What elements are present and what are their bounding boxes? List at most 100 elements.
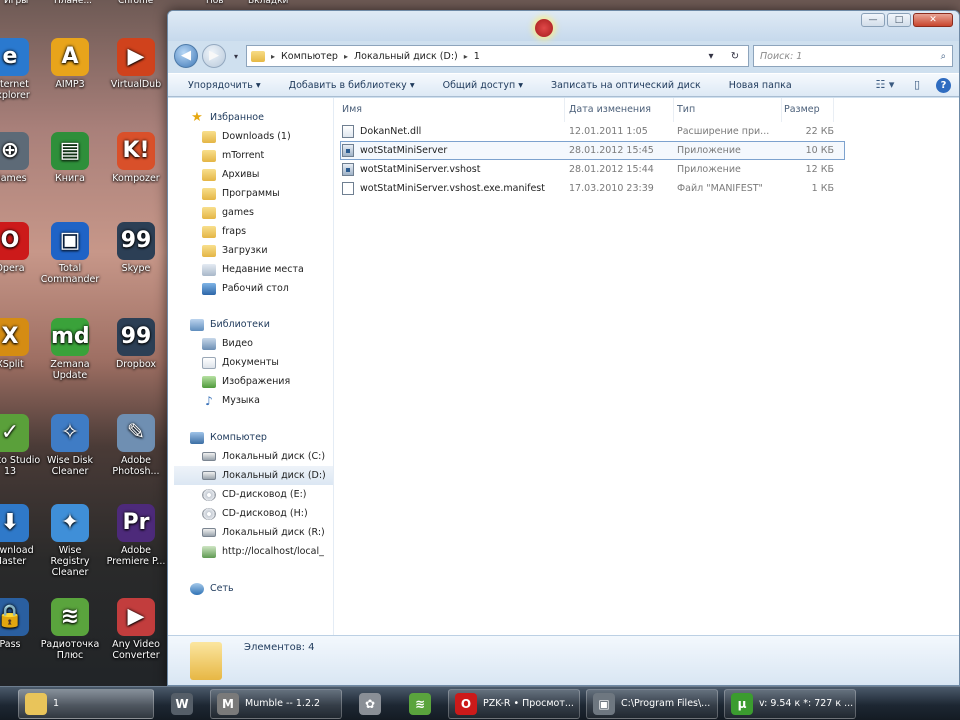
recent-pages-dropdown[interactable]: ▾ <box>230 52 242 61</box>
nav-item[interactable]: http://localhost/local_ <box>174 542 333 561</box>
taskbar-button[interactable]: ≋ <box>398 689 442 719</box>
close-button[interactable]: ✕ <box>913 13 953 27</box>
file-row[interactable]: wotStatMiniServer 28.01.2012 15:45 Приложе… <box>340 141 845 160</box>
breadcrumb-folder-1[interactable]: 1 <box>474 51 480 62</box>
column-header-name[interactable]: Имя <box>340 98 565 122</box>
desktop-icon[interactable]: ▶ VirtualDub <box>104 38 168 90</box>
taskbar-button[interactable]: µ v: 9.54 к *: 727 к ... <box>724 688 856 719</box>
file-size: 22 КБ <box>805 126 834 137</box>
file-row[interactable]: DokanNet.dll 12.01.2011 1:05 Расширение пр… <box>340 122 959 141</box>
breadcrumb-drive-d[interactable]: Локальный диск (D:) <box>354 51 458 62</box>
column-header-type[interactable]: Тип <box>677 98 782 122</box>
taskbar-button[interactable]: M Mumble -- 1.2.2 <box>210 688 342 719</box>
nav-item[interactable]: fraps <box>174 222 333 241</box>
nav-item[interactable]: games <box>174 203 333 222</box>
desktop-icon[interactable]: ✎ Adobe Photosh... <box>104 414 168 477</box>
nav-item[interactable]: Локальный диск (C:) <box>174 447 333 466</box>
nav-item[interactable]: CD-дисковод (H:) <box>174 504 333 523</box>
desktop-top-label[interactable]: Вкладки <box>248 0 288 6</box>
column-header-size[interactable]: Размер <box>782 98 834 122</box>
nav-item[interactable]: Downloads (1) <box>174 127 333 146</box>
desktop-icon[interactable]: O Opera <box>0 222 42 274</box>
nav-item[interactable]: Архивы <box>174 165 333 184</box>
maximize-button[interactable]: □ <box>887 13 911 27</box>
taskbar-button[interactable]: ✿ <box>348 689 392 719</box>
address-dropdown-icon[interactable]: ▾ <box>702 51 720 62</box>
change-view-icon[interactable]: ☷ ▾ <box>872 77 898 93</box>
taskbar-button[interactable]: O PZK-R • Просмот... <box>448 688 580 719</box>
file-name-cell[interactable]: wotStatMiniServer.vshost <box>340 160 565 179</box>
organize-button[interactable]: Упорядочить ▾ <box>188 80 261 91</box>
back-button[interactable]: ◀ <box>174 44 198 68</box>
nav-item[interactable]: Недавние места <box>174 260 333 279</box>
desktop-icon[interactable]: ✓ Photo Studio 13 <box>0 414 42 477</box>
preview-pane-icon[interactable]: ▯ <box>908 77 926 93</box>
nav-item[interactable]: Программы <box>174 184 333 203</box>
nav-item[interactable]: Документы <box>174 353 333 372</box>
nav-favorites[interactable]: ★ Избранное <box>174 108 333 127</box>
file-date: 12.01.2011 1:05 <box>569 126 648 137</box>
file-name-cell[interactable]: wotStatMiniServer.vshost.exe.manifest <box>340 179 565 198</box>
desktop-icon[interactable]: 🔒 Pass <box>0 598 42 650</box>
address-bar[interactable]: ▸ Компьютер ▸ Локальный диск (D:) ▸ 1 ▾ … <box>246 45 749 67</box>
nav-libraries[interactable]: Библиотеки <box>174 315 333 334</box>
desktop-icon[interactable]: ⊕ Games <box>0 132 42 184</box>
desktop-icon[interactable]: ⬇ Download Master <box>0 504 42 567</box>
taskbar-button[interactable]: W <box>160 689 204 719</box>
chevron-right-icon[interactable]: ▸ <box>464 52 468 61</box>
chevron-right-icon[interactable]: ▸ <box>271 52 275 61</box>
nav-item[interactable]: mTorrent <box>174 146 333 165</box>
desktop-icon[interactable]: ▶ Any Video Converter <box>104 598 168 661</box>
desktop-top-label[interactable]: Нов <box>206 0 224 6</box>
desktop-icon[interactable]: K! Kompozer <box>104 132 168 184</box>
desktop-top-label[interactable]: Игры <box>4 0 28 6</box>
nav-computer-label: Компьютер <box>210 432 267 443</box>
forward-button[interactable]: ▶ <box>202 44 226 68</box>
desktop-icon[interactable]: A AIMP3 <box>38 38 102 90</box>
search-input[interactable]: Поиск: 1 ⌕ <box>753 45 953 67</box>
desktop-icon[interactable]: ✧ Wise Disk Cleaner <box>38 414 102 477</box>
taskbar-button[interactable]: 1 <box>18 688 154 719</box>
folder-icon <box>202 206 216 219</box>
chevron-right-icon[interactable]: ▸ <box>344 52 348 61</box>
column-header-date[interactable]: Дата изменения <box>569 98 674 122</box>
desktop-icon[interactable]: 99 Dropbox <box>104 318 168 370</box>
nav-item[interactable]: Видео <box>174 334 333 353</box>
file-name-cell[interactable]: DokanNet.dll <box>340 122 565 141</box>
new-folder-button[interactable]: Новая папка <box>729 80 792 91</box>
nav-item[interactable]: CD-дисковод (E:) <box>174 485 333 504</box>
nav-item[interactable]: Локальный диск (R:) <box>174 523 333 542</box>
desktop-top-label[interactable]: Chrome <box>118 0 153 6</box>
desktop-icon[interactable]: e Internet Explorer <box>0 38 42 101</box>
desktop-top-label[interactable]: Плане... <box>54 0 92 6</box>
desktop-icon[interactable]: ▤ Книга <box>38 132 102 184</box>
file-name-cell[interactable]: wotStatMiniServer <box>340 141 565 160</box>
desktop-icon[interactable]: ≋ Радиоточка Плюс <box>38 598 102 661</box>
nav-item[interactable]: Загрузки <box>174 241 333 260</box>
nav-network[interactable]: Сеть <box>174 579 333 598</box>
search-icon[interactable]: ⌕ <box>941 51 946 62</box>
desktop-icon[interactable]: Pr Adobe Premiere P... <box>104 504 168 567</box>
file-row[interactable]: wotStatMiniServer.vshost.exe.manifest 17.… <box>340 179 959 198</box>
refresh-icon[interactable]: ↻ <box>726 51 744 62</box>
nav-item[interactable]: Изображения <box>174 372 333 391</box>
nav-item[interactable]: ♪ Музыка <box>174 391 333 410</box>
burn-button[interactable]: Записать на оптический диск <box>551 80 701 91</box>
desktop-icon[interactable]: md Zemana Update <box>38 318 102 381</box>
desktop-icon[interactable]: X XSplit <box>0 318 42 370</box>
help-icon[interactable]: ? <box>936 77 951 93</box>
add-to-library-button[interactable]: Добавить в библиотеку ▾ <box>289 80 415 91</box>
minimize-button[interactable]: — <box>861 13 885 27</box>
nav-computer[interactable]: Компьютер <box>174 428 333 447</box>
desktop-icon[interactable]: ✦ Wise Registry Cleaner <box>38 504 102 578</box>
taskbar-button[interactable]: ▣ C:\Program Files\... <box>586 688 718 719</box>
file-row[interactable]: wotStatMiniServer.vshost 28.01.2012 15:44… <box>340 160 959 179</box>
nav-item[interactable]: Рабочий стол <box>174 279 333 298</box>
share-button[interactable]: Общий доступ ▾ <box>443 80 523 91</box>
desktop-icon[interactable]: ▣ Total Commander <box>38 222 102 285</box>
nav-item[interactable]: Локальный диск (D:) <box>174 466 333 485</box>
breadcrumb-computer[interactable]: Компьютер <box>281 51 338 62</box>
title-bar[interactable]: — □ ✕ <box>168 11 959 41</box>
nav-item-label: Рабочий стол <box>222 283 289 294</box>
desktop-icon[interactable]: 99 Skype <box>104 222 168 274</box>
